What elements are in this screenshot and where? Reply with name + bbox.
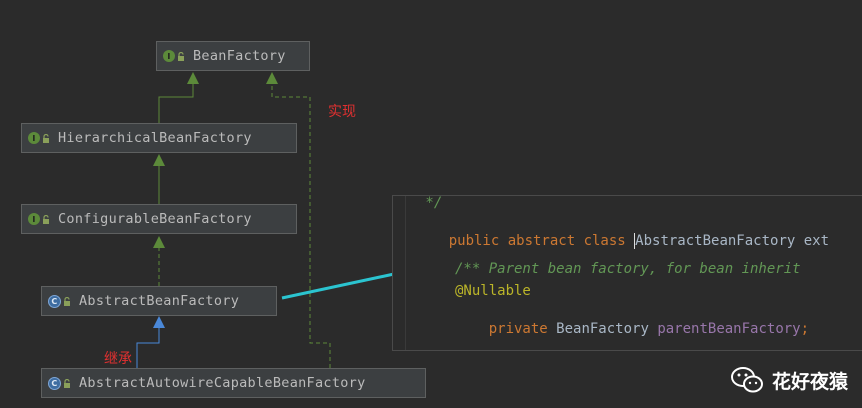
field-decl-type: BeanFactory [556,321,658,337]
class-decl-keywords: public abstract class [448,233,635,249]
code-editor-panel[interactable]: */ public abstract class AbstractBeanFac… [392,195,862,351]
inherit-edge [136,327,160,368]
interface-icon: I [28,213,40,225]
inherit-arrowhead [153,316,165,328]
code-line-annotation: @Nullable [455,283,531,299]
editor-gutter [405,196,406,350]
node-label: ConfigurableBeanFactory [58,211,252,227]
lock-icon [43,133,49,143]
node-label: AbstractBeanFactory [79,293,240,309]
extends-edge-hierarchical [158,72,199,123]
lock-icon [43,214,49,224]
interface-icon: I [163,50,175,62]
label-implement: 实现 [328,104,356,120]
watermark: 花好夜猿 [730,366,848,394]
node-abstractbeanfactory[interactable]: C AbstractBeanFactory [41,286,277,316]
lock-icon [64,296,70,306]
node-configurablebeanfactory[interactable]: I ConfigurableBeanFactory [21,204,297,234]
lock-icon [178,51,184,61]
class-decl-rest: ext [795,233,830,249]
interface-icon: I [28,132,40,144]
field-decl-keyword: private [488,321,557,337]
class-icon: C [48,376,61,390]
node-hierarchicalbeanfactory[interactable]: I HierarchicalBeanFactory [21,123,297,153]
node-label: HierarchicalBeanFactory [58,130,252,146]
field-decl-name: parentBeanFactory [657,321,801,337]
class-decl-name: AbstractBeanFactory [634,233,796,249]
node-label: AbstractAutowireCapableBeanFactory [79,375,366,391]
extends-edge-configurable [153,154,165,204]
class-icon: C [48,294,61,308]
node-abstractautowirecapablebeanfactory[interactable]: C AbstractAutowireCapableBeanFactory [41,368,426,398]
node-label: BeanFactory [193,48,286,64]
watermark-text: 花好夜猿 [771,370,848,393]
field-decl-end: ; [800,321,810,337]
wechat-icon [730,367,763,393]
label-inherit: 继承 [104,351,132,367]
code-line-class-decl: public abstract class AbstractBeanFactor… [415,217,829,265]
code-line-comment-end: */ [417,195,443,211]
code-line-field-comment: /** Parent bean factory, for bean inheri… [455,261,801,277]
implements-arrowhead-beanfactory [266,72,278,84]
code-line-field-decl: private BeanFactory parentBeanFactory; [455,305,810,350]
lock-icon [64,378,70,388]
implements-arrowhead-abstract [153,236,165,248]
node-beanfactory[interactable]: I BeanFactory [156,41,310,71]
